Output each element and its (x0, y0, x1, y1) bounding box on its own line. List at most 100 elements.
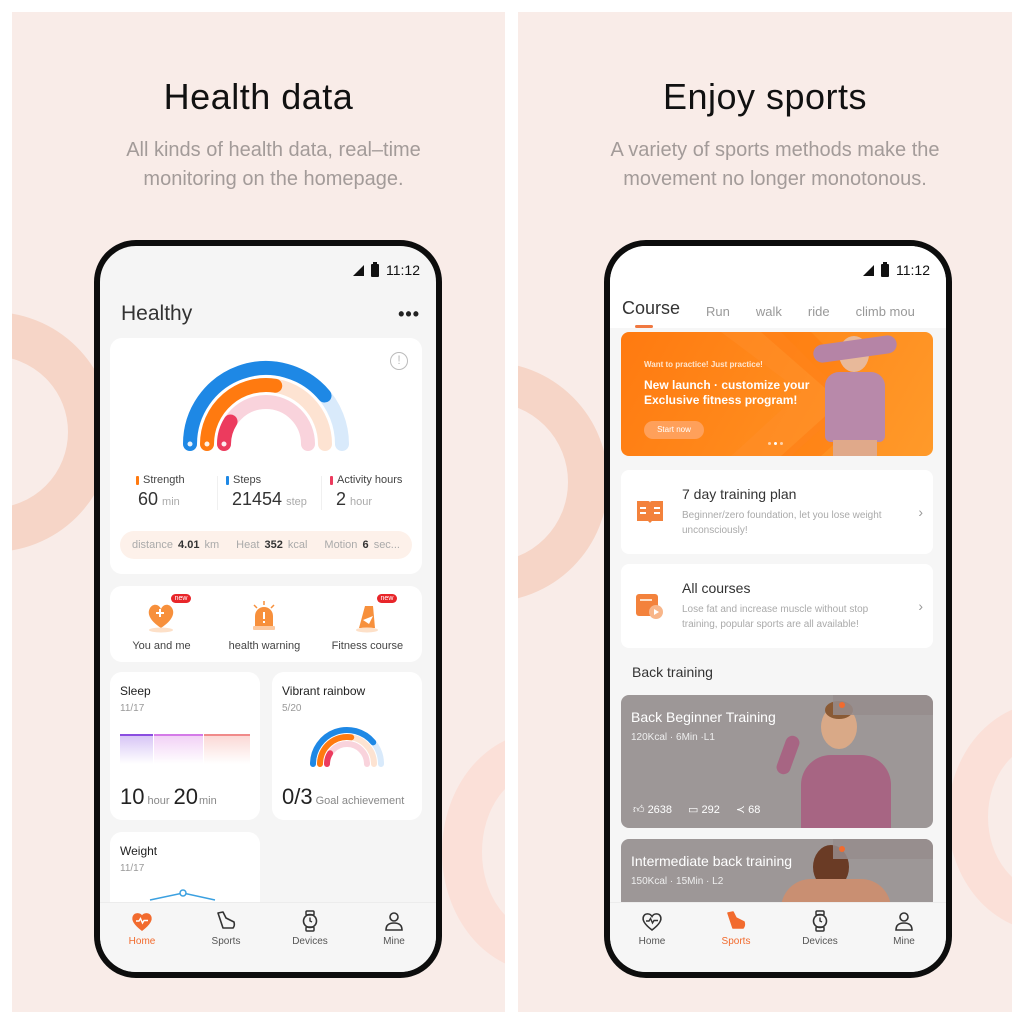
quick-link-health-warning[interactable]: health warning (213, 586, 316, 652)
tab-label: Sports (721, 936, 751, 947)
tab-mine[interactable]: Mine (352, 903, 436, 972)
tab-ride[interactable]: ride (808, 304, 830, 319)
sleep-duration: 10 hour 20min (120, 784, 217, 809)
quick-link-fitness-course[interactable]: new Fitness course (316, 586, 419, 652)
video-card[interactable]: Back Beginner Training 120Kcal · 6Min ·L… (621, 695, 933, 828)
legend-swatch (330, 475, 333, 485)
stat-unit: min (162, 496, 180, 508)
promo-banner[interactable]: Want to practice! Just practice! New lau… (621, 332, 933, 456)
video-card[interactable]: Intermediate back training 150Kcal · 15M… (621, 839, 933, 909)
tab-walk[interactable]: walk (756, 304, 782, 319)
book-icon (635, 497, 665, 527)
card-date: 5/20 (282, 703, 302, 714)
stat-label: Steps (233, 474, 262, 486)
section-title: Back training (632, 664, 713, 680)
ring-progress-activity (217, 414, 238, 451)
participants-tag (833, 839, 933, 859)
page-title: Healthy (121, 302, 193, 325)
card-date: 11/17 (120, 863, 145, 874)
new-badge: new (376, 594, 398, 603)
summary-pill: distance 4.01 km Heat 352 kcal Motion 6 … (120, 531, 412, 559)
summary-distance: distance 4.01 km (132, 539, 220, 551)
decor-ring (518, 362, 608, 602)
summary-motion: Motion 6 sec... (324, 539, 400, 551)
card-title: All courses (682, 580, 751, 596)
activity-rings-card[interactable]: ! Strength 60 min Steps 21454 step Activit… (110, 338, 422, 574)
status-bar: 11:12 (353, 261, 420, 278)
tab-label: Sports (211, 936, 241, 947)
video-title: Back Beginner Training (631, 709, 776, 725)
shoe-icon (187, 441, 193, 447)
shares[interactable]: ≺ 68 (736, 803, 761, 816)
card-title: 7 day training plan (682, 486, 797, 502)
carousel-dot-active[interactable] (774, 442, 777, 445)
trainer-image (774, 701, 931, 828)
sleep-card[interactable]: Sleep 11/17 10 hour 20min (110, 672, 260, 820)
start-now-button[interactable]: Start now (644, 421, 704, 439)
new-badge: new (170, 594, 192, 603)
heart-plus-icon: new (143, 594, 192, 634)
chevron-right-icon: › (918, 504, 923, 520)
stat-label: Strength (143, 474, 185, 486)
quick-link-label: You and me (132, 640, 191, 652)
stat-steps: Steps 21454 step (226, 474, 307, 510)
training-plan-card[interactable]: 7 day training plan Beginner/zero founda… (621, 470, 933, 554)
likes[interactable]: 👍︎ 2638 (633, 803, 672, 816)
tab-home[interactable]: Home (610, 903, 694, 972)
mini-activity-rings (310, 727, 384, 767)
fitness-icon: new (349, 594, 398, 634)
stat-label: Activity hours (337, 474, 403, 486)
watch-icon (268, 909, 352, 933)
summary-heat: Heat 352 kcal (236, 539, 308, 551)
quick-link-you-and-me[interactable]: new You and me (110, 586, 213, 652)
vibrant-rainbow-card[interactable]: Vibrant rainbow 5/20 0/3 Goal achievement (272, 672, 422, 820)
status-time: 11:12 (386, 262, 420, 278)
carousel-dots (768, 442, 783, 445)
signal-icon (863, 264, 874, 276)
all-courses-card[interactable]: All courses Lose fat and increase muscle… (621, 564, 933, 648)
person-activity-icon (221, 441, 227, 447)
video-meta: 150Kcal · 15Min · L2 (631, 876, 724, 887)
stat-unit: step (286, 496, 307, 508)
ellipsis-icon[interactable]: ••• (398, 304, 420, 325)
activity-rings (183, 361, 349, 451)
legend-swatch (136, 475, 139, 485)
divider (321, 476, 322, 510)
tab-label: Mine (893, 936, 915, 947)
alarm-clock-icon (204, 441, 210, 447)
tab-climb-mountain[interactable]: climb mou (856, 304, 915, 319)
shoe-icon (184, 909, 268, 933)
tab-devices[interactable]: Devices (268, 903, 352, 972)
carousel-dot[interactable] (780, 442, 783, 445)
comments[interactable]: ▭ 292 (688, 803, 720, 816)
sleep-bar-light (153, 734, 204, 764)
tab-sports[interactable]: Sports (694, 903, 778, 972)
card-date: 11/17 (120, 703, 145, 714)
tab-home[interactable]: Home (100, 903, 184, 972)
legend-swatch (226, 475, 229, 485)
promo-title: Enjoy sports (662, 76, 868, 117)
promo-subtitle: A variety of sports methods make the mov… (610, 139, 940, 190)
heart-pulse-icon (610, 909, 694, 933)
tab-run[interactable]: Run (706, 304, 730, 319)
shoe-icon (694, 909, 778, 933)
card-title: Weight (120, 844, 158, 858)
quick-links-card: new You and me health warning new Fitnes… (110, 586, 422, 662)
tab-sports[interactable]: Sports (184, 903, 268, 972)
stat-value: 60 (138, 489, 159, 509)
tab-mine[interactable]: Mine (862, 903, 946, 972)
stat-value: 21454 (232, 489, 283, 509)
promo-title: Health data (163, 76, 354, 117)
tab-devices[interactable]: Devices (778, 903, 862, 972)
enjoy-sports-panel: Enjoy sports A variety of sports methods… (518, 12, 1012, 1012)
stat-activity: Activity hours 2 hour (330, 474, 402, 510)
carousel-dot[interactable] (768, 442, 771, 445)
battery-icon (371, 261, 379, 277)
ring-progress-activity (324, 750, 334, 767)
banner-kicker: Want to practice! Just practice! (644, 360, 763, 369)
health-data-panel: Health data All kinds of health data, re… (12, 12, 505, 1012)
comment-icon: ▭ (688, 804, 699, 816)
tab-course[interactable]: Course (622, 298, 680, 328)
model-image (803, 332, 913, 456)
person-icon (862, 909, 946, 933)
